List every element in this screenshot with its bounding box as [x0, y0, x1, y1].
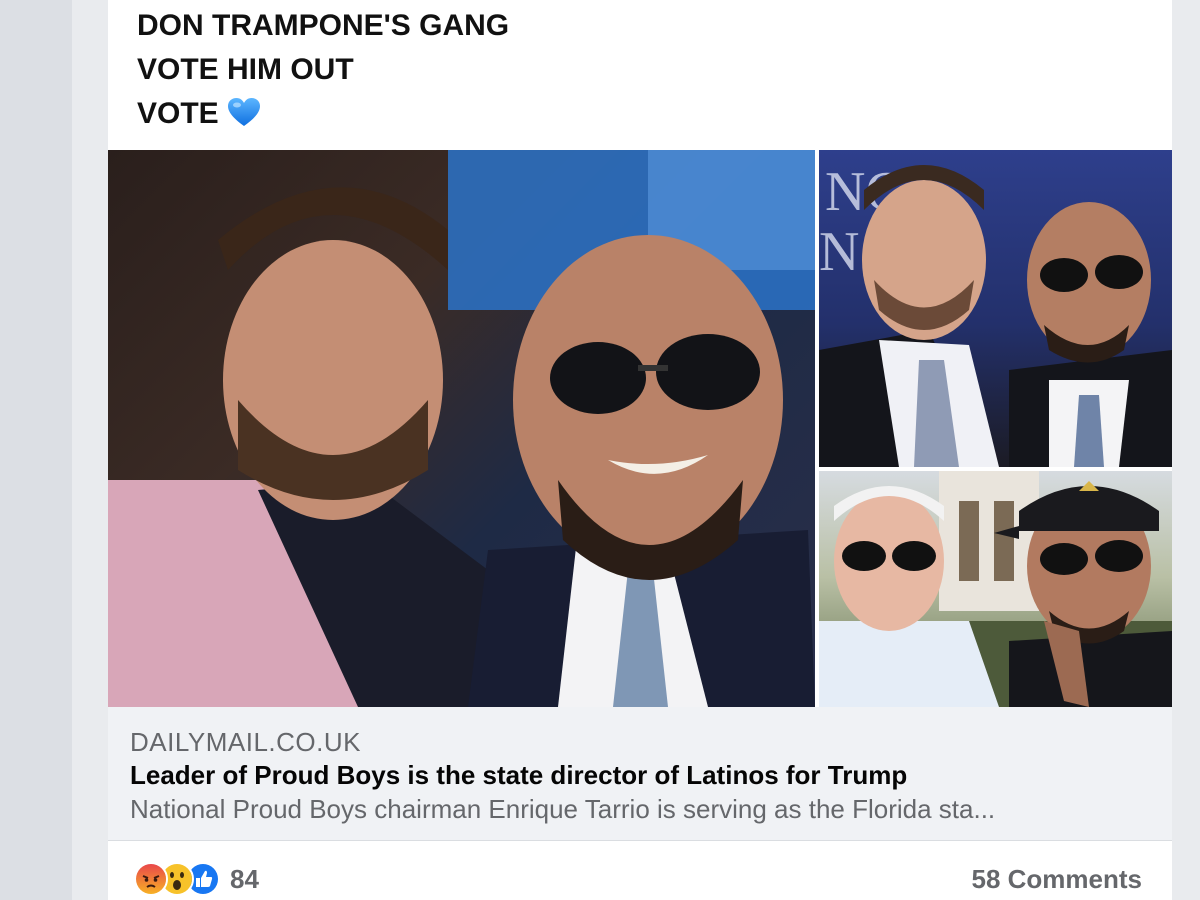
link-preview-image[interactable]: NG N SA — [108, 150, 1172, 707]
page-gutter-right — [1172, 0, 1200, 900]
post-line-3-text: VOTE — [137, 97, 219, 130]
post-card: DON TRAMPONE'S GANG VOTE HIM OUT VOTE N … — [108, 0, 1172, 900]
top-right-photo: NG N SA — [819, 150, 1172, 467]
comments-count-link[interactable]: 58 Comments — [972, 864, 1143, 895]
link-preview-info[interactable]: DAILYMAIL.CO.UK Leader of Proud Boys is … — [108, 707, 1172, 841]
reaction-count: 84 — [230, 863, 259, 894]
link-title[interactable]: Leader of Proud Boys is the state direct… — [130, 760, 907, 791]
blue-heart-icon — [227, 96, 261, 126]
post-line-1: DON TRAMPONE'S GANG — [137, 9, 510, 42]
post-message: DON TRAMPONE'S GANG VOTE HIM OUT VOTE — [137, 4, 509, 136]
page-gutter-left — [72, 0, 108, 900]
page-background-left — [0, 0, 72, 900]
bottom-right-photo — [819, 471, 1172, 707]
link-domain: DAILYMAIL.CO.UK — [130, 727, 361, 757]
angry-reaction-icon — [134, 862, 168, 896]
main-photo — [108, 150, 815, 707]
post-line-2: VOTE HIM OUT — [137, 53, 354, 86]
post-line-3: VOTE — [137, 92, 509, 136]
link-description: National Proud Boys chairman Enrique Tar… — [130, 794, 996, 824]
reactions-summary[interactable]: 84 — [134, 862, 259, 896]
